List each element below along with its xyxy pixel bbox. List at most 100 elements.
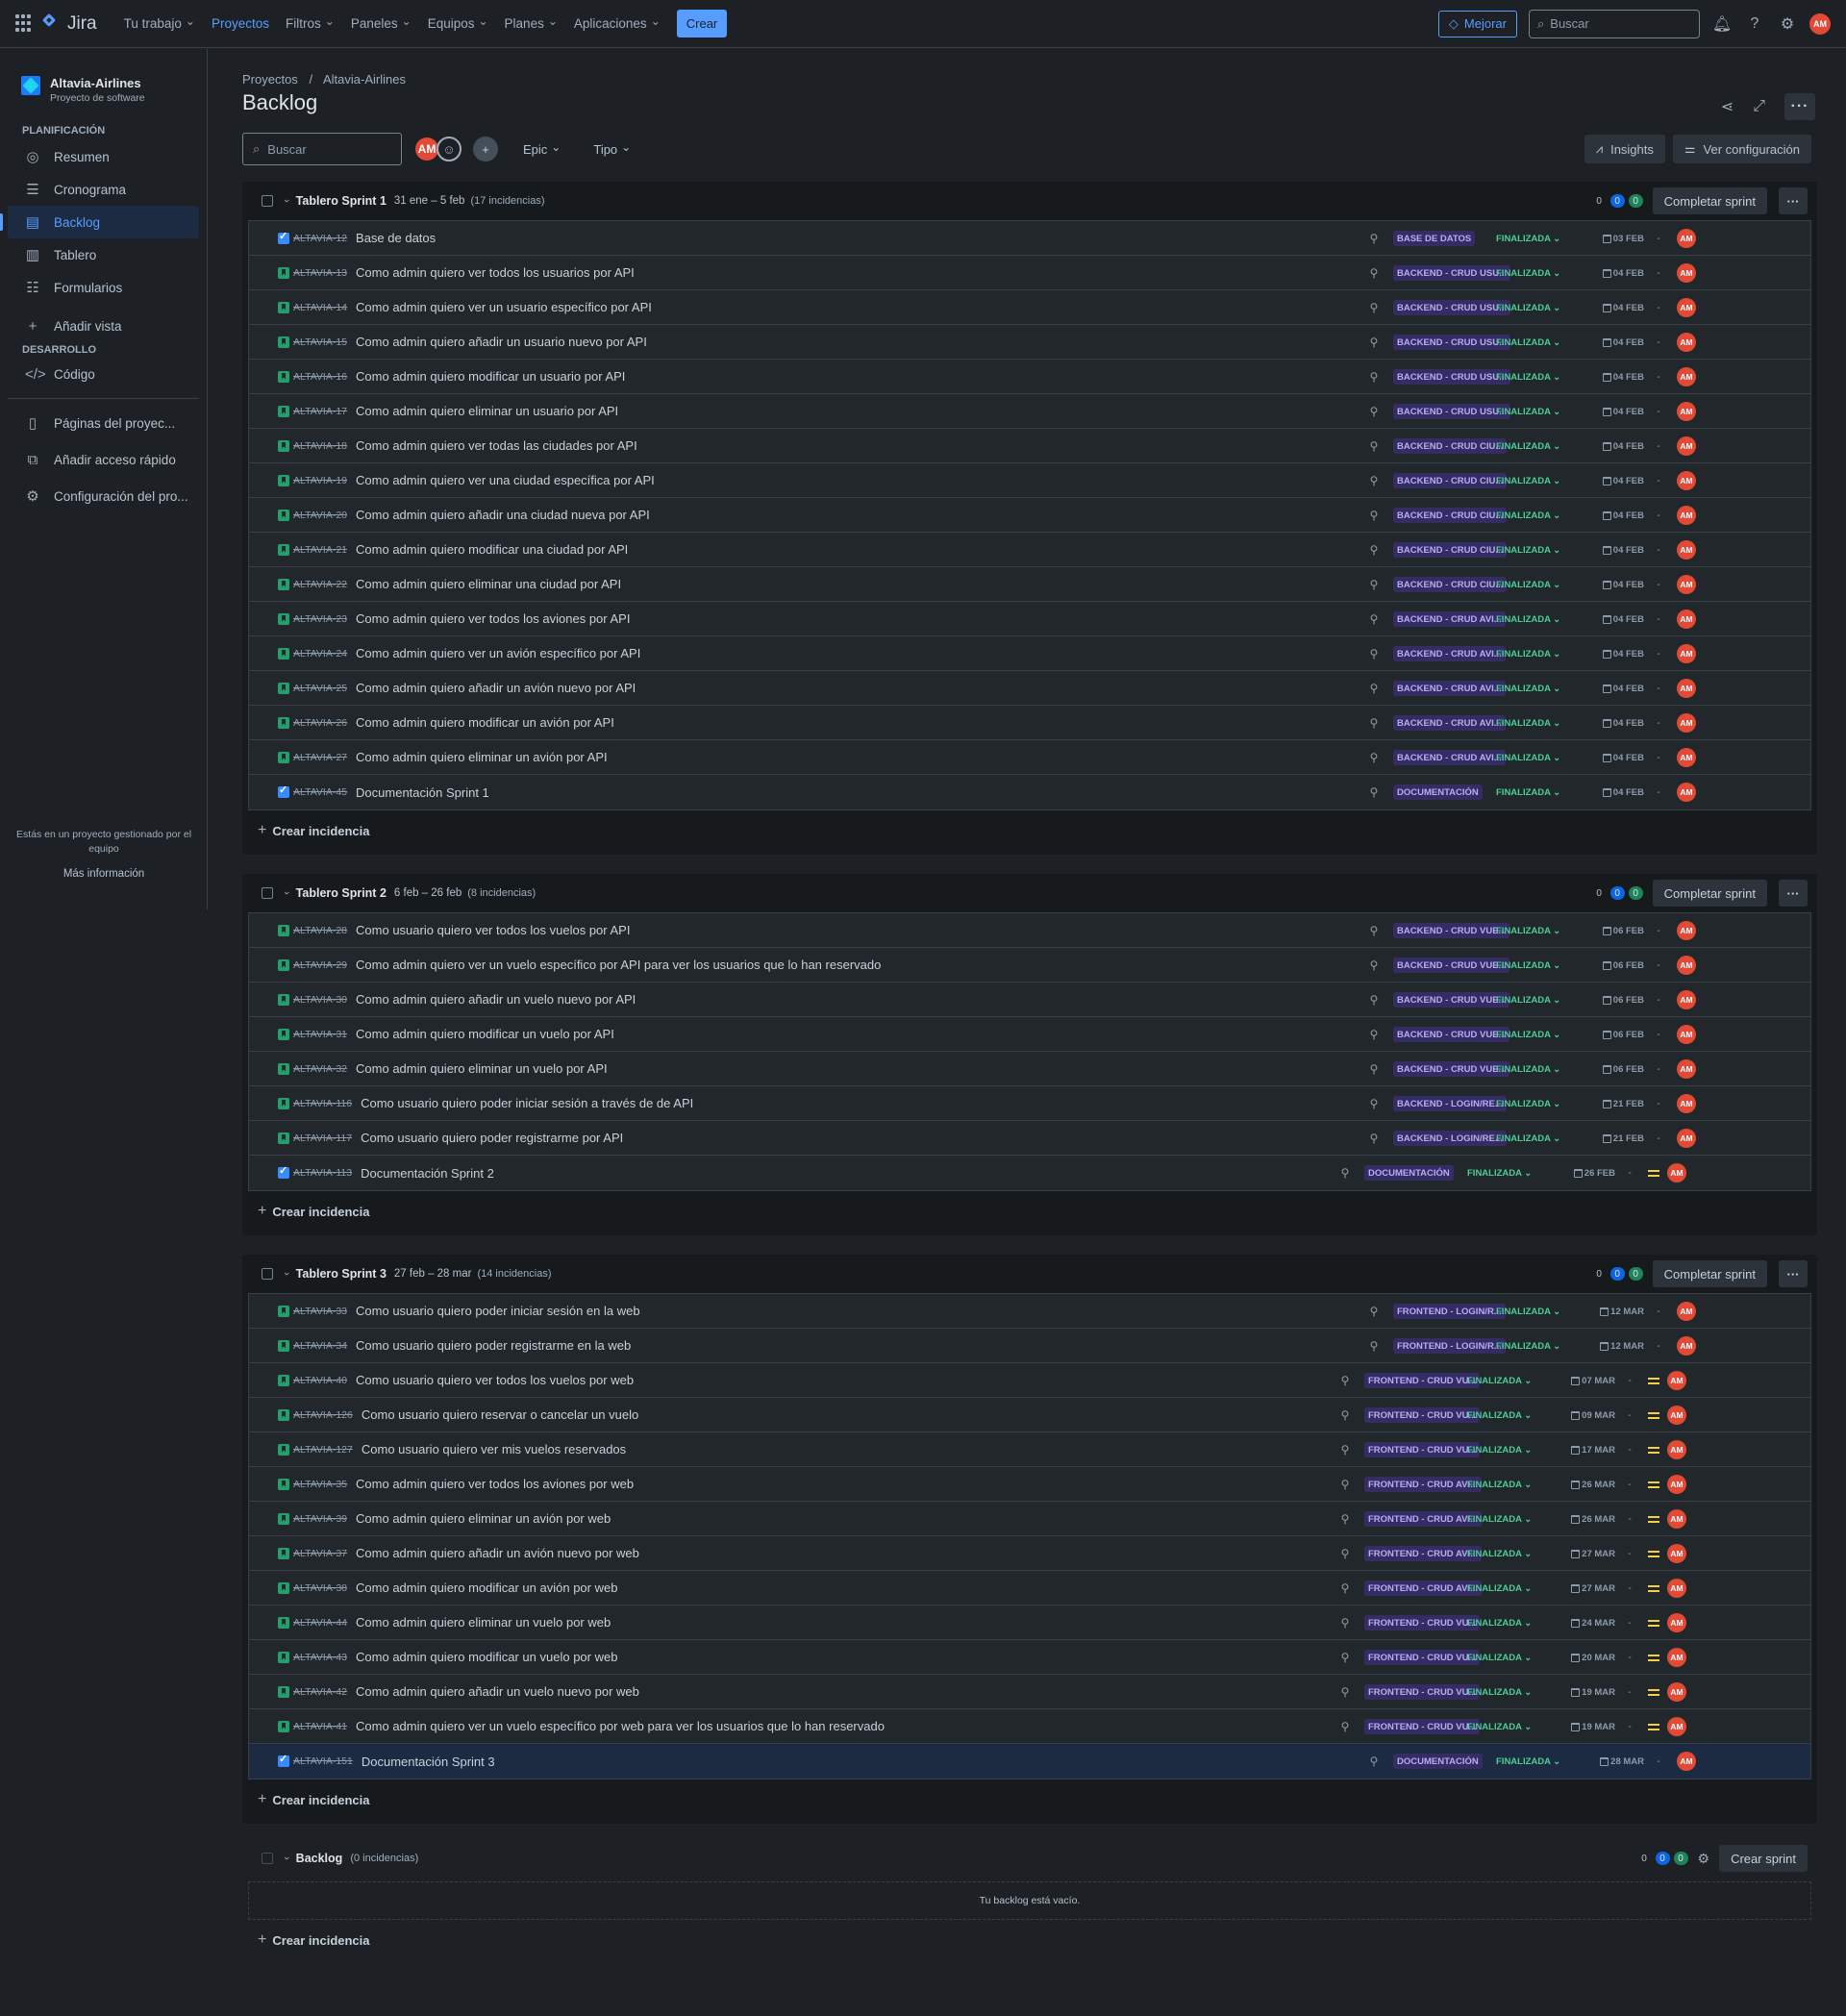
epic-lozenge[interactable]: FRONTEND - CRUD VU...	[1364, 1407, 1481, 1423]
child-issues-icon[interactable]: ⚲	[1366, 370, 1382, 384]
issue-summary[interactable]: Como usuario quiero poder iniciar sesión…	[361, 1096, 693, 1110]
assignee-avatar[interactable]: AM	[1667, 1509, 1686, 1529]
sidebar-item-timeline[interactable]: ☰ Cronograma	[0, 173, 207, 206]
assignee-avatar[interactable]: AM	[1677, 1129, 1696, 1148]
epic-lozenge[interactable]: FRONTEND - CRUD VU...	[1364, 1373, 1481, 1388]
issue-key[interactable]: ALTAVIA-113	[293, 1167, 352, 1179]
due-date[interactable]: 04 FEB	[1592, 545, 1644, 556]
issue-key[interactable]: ALTAVIA-37	[293, 1548, 347, 1559]
chevron-down-icon[interactable]: ›	[281, 199, 292, 203]
epic-lozenge[interactable]: BACKEND - CRUD AVI...	[1393, 750, 1506, 765]
story-points[interactable]: -	[1615, 1653, 1644, 1663]
epic-lozenge[interactable]: BACKEND - CRUD VUE...	[1393, 1061, 1510, 1077]
issue-summary[interactable]: Como admin quiero añadir un vuelo nuevo …	[356, 992, 636, 1007]
issue-summary[interactable]: Como admin quiero ver todos los aviones …	[356, 1477, 634, 1491]
issue-row[interactable]: ALTAVIA-127 Como usuario quiero ver mis …	[249, 1432, 1810, 1467]
issue-key[interactable]: ALTAVIA-117	[293, 1132, 352, 1144]
issue-summary[interactable]: Como admin quiero eliminar una ciudad po…	[356, 577, 621, 591]
issue-key[interactable]: ALTAVIA-23	[293, 613, 347, 625]
story-points[interactable]: -	[1644, 960, 1673, 971]
child-issues-icon[interactable]: ⚲	[1366, 405, 1382, 418]
status-dropdown[interactable]: FINALIZADA ⌄	[1496, 684, 1573, 694]
story-points[interactable]: -	[1644, 234, 1673, 244]
epic-lozenge[interactable]: BACKEND - CRUD AVI...	[1393, 715, 1506, 731]
story-points[interactable]: -	[1644, 545, 1673, 556]
status-dropdown[interactable]: FINALIZADA ⌄	[1496, 407, 1573, 417]
issue-summary[interactable]: Como admin quiero añadir una ciudad nuev…	[356, 508, 650, 522]
status-dropdown[interactable]: FINALIZADA ⌄	[1467, 1168, 1544, 1179]
status-dropdown[interactable]: FINALIZADA ⌄	[1496, 614, 1573, 625]
child-issues-icon[interactable]: ⚲	[1366, 682, 1382, 695]
status-dropdown[interactable]: FINALIZADA ⌄	[1496, 753, 1573, 763]
story-points[interactable]: -	[1644, 1099, 1673, 1109]
assignee-avatar[interactable]: AM	[1677, 1336, 1696, 1356]
status-dropdown[interactable]: FINALIZADA ⌄	[1467, 1410, 1544, 1421]
assignee-avatar[interactable]: AM	[1667, 1406, 1686, 1425]
issue-row[interactable]: ALTAVIA-27 Como admin quiero eliminar un…	[249, 740, 1810, 775]
issue-row[interactable]: ALTAVIA-17 Como admin quiero eliminar un…	[249, 394, 1810, 429]
view-settings-button[interactable]: ⚌ Ver configuración	[1672, 135, 1811, 163]
issue-key[interactable]: ALTAVIA-14	[293, 302, 347, 313]
status-dropdown[interactable]: FINALIZADA ⌄	[1496, 476, 1573, 486]
due-date[interactable]: 06 FEB	[1592, 995, 1644, 1006]
child-issues-icon[interactable]: ⚲	[1337, 1408, 1353, 1422]
issue-key[interactable]: ALTAVIA-15	[293, 336, 347, 348]
epic-lozenge[interactable]: BACKEND - LOGIN/RE...	[1393, 1131, 1507, 1146]
sprint-more-button[interactable]: ···	[1779, 880, 1808, 907]
story-points[interactable]: -	[1644, 303, 1673, 313]
insights-button[interactable]: ⩘ Insights	[1584, 135, 1665, 163]
story-points[interactable]: -	[1644, 407, 1673, 417]
assignee-avatar[interactable]: AM	[1667, 1440, 1686, 1459]
sprint-checkbox[interactable]	[262, 1268, 273, 1280]
status-dropdown[interactable]: FINALIZADA ⌄	[1467, 1480, 1544, 1490]
epic-lozenge[interactable]: FRONTEND - LOGIN/R...	[1393, 1304, 1506, 1319]
epic-lozenge[interactable]: BACKEND - CRUD USU...	[1393, 265, 1510, 281]
epic-lozenge[interactable]: DOCUMENTACIÓN	[1364, 1165, 1454, 1181]
due-date[interactable]: 26 MAR	[1563, 1514, 1615, 1525]
create-button[interactable]: Crear	[676, 10, 728, 37]
child-issues-icon[interactable]: ⚲	[1366, 924, 1382, 937]
issue-summary[interactable]: Como admin quiero modificar un usuario p…	[356, 369, 625, 384]
child-issues-icon[interactable]: ⚲	[1366, 785, 1382, 799]
assignee-avatar[interactable]: AM	[1677, 956, 1696, 975]
chevron-down-icon[interactable]: ›	[281, 1272, 292, 1276]
epic-lozenge[interactable]: BACKEND - LOGIN/RE...	[1393, 1096, 1507, 1111]
app-switcher-icon[interactable]	[15, 13, 35, 34]
issue-summary[interactable]: Como admin quiero modificar un vuelo por…	[356, 1650, 617, 1664]
issue-key[interactable]: ALTAVIA-25	[293, 683, 347, 694]
issue-key[interactable]: ALTAVIA-24	[293, 648, 347, 660]
epic-lozenge[interactable]: BACKEND - CRUD CIU...	[1393, 542, 1508, 558]
issue-summary[interactable]: Como usuario quiero poder registrarme po…	[361, 1131, 623, 1145]
issue-summary[interactable]: Documentación Sprint 3	[362, 1755, 495, 1769]
epic-lozenge[interactable]: BACKEND - CRUD CIU...	[1393, 438, 1508, 454]
breadcrumb-project[interactable]: Altavia-Airlines	[323, 72, 406, 87]
issue-summary[interactable]: Como admin quiero modificar un avión por…	[356, 1580, 617, 1595]
issue-row[interactable]: ALTAVIA-19 Como admin quiero ver una ciu…	[249, 463, 1810, 498]
child-issues-icon[interactable]: ⚲	[1337, 1581, 1353, 1595]
due-date[interactable]: 19 MAR	[1563, 1687, 1615, 1698]
due-date[interactable]: 06 FEB	[1592, 1064, 1644, 1075]
issue-row[interactable]: ALTAVIA-22 Como admin quiero eliminar un…	[249, 567, 1810, 602]
issue-row[interactable]: ALTAVIA-33 Como usuario quiero poder ini…	[249, 1294, 1810, 1329]
assignee-avatar[interactable]: AM	[1677, 644, 1696, 663]
story-points[interactable]: -	[1644, 1307, 1673, 1317]
epic-lozenge[interactable]: BACKEND - CRUD AVI...	[1393, 681, 1506, 696]
create-issue-button[interactable]: + Crear incidencia	[242, 1780, 1817, 1820]
assignee-avatar[interactable]: AM	[1677, 610, 1696, 629]
issue-key[interactable]: ALTAVIA-18	[293, 440, 347, 452]
issue-key[interactable]: ALTAVIA-30	[293, 994, 347, 1006]
epic-lozenge[interactable]: BACKEND - CRUD USU...	[1393, 404, 1510, 419]
assignee-avatar[interactable]: AM	[1677, 229, 1696, 248]
due-date[interactable]: 27 MAR	[1563, 1583, 1615, 1594]
due-date[interactable]: 03 FEB	[1592, 234, 1644, 244]
child-issues-icon[interactable]: ⚲	[1337, 1443, 1353, 1456]
assignee-avatar[interactable]: AM	[1667, 1717, 1686, 1736]
create-issue-button[interactable]: + Crear incidencia	[242, 1920, 1817, 1960]
issue-key[interactable]: ALTAVIA-33	[293, 1306, 347, 1317]
issue-row[interactable]: ALTAVIA-29 Como admin quiero ver un vuel…	[249, 948, 1810, 983]
issue-row[interactable]: ALTAVIA-113 Documentación Sprint 2 ⚲ DOC…	[249, 1156, 1810, 1190]
story-points[interactable]: -	[1615, 1687, 1644, 1698]
issue-row[interactable]: ALTAVIA-45 Documentación Sprint 1 ⚲ DOCU…	[249, 775, 1810, 809]
assignee-avatar[interactable]: AM	[1677, 1025, 1696, 1044]
epic-lozenge[interactable]: BACKEND - CRUD USU...	[1393, 335, 1510, 350]
